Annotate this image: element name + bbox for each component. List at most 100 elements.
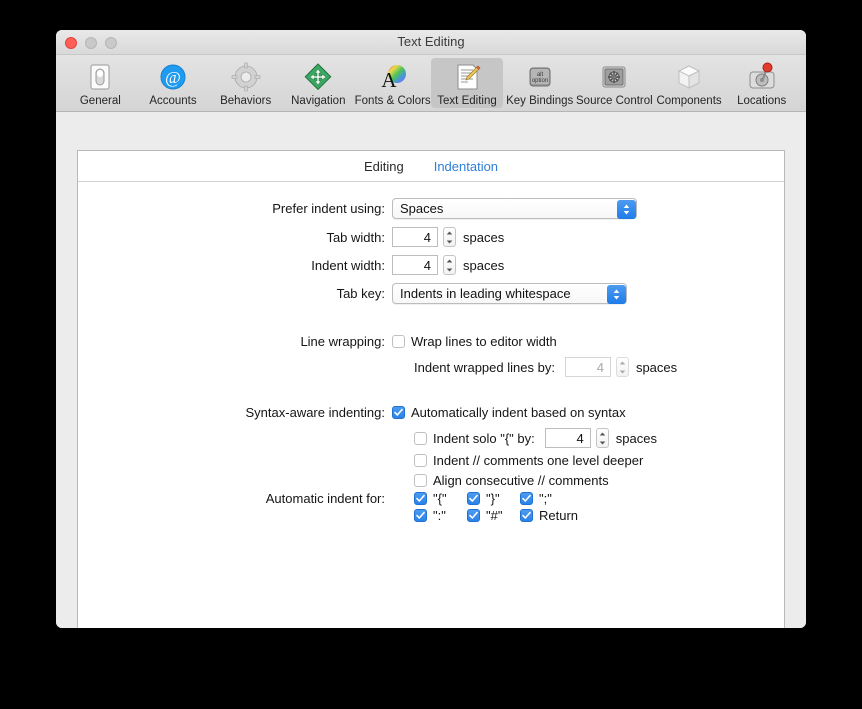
row-indent-wrapped: Indent wrapped lines by: 4 spaces	[78, 357, 784, 377]
toolbar-item-accounts[interactable]: @ Accounts	[137, 58, 210, 108]
syntax-sub-options: Indent solo "{" by: 4 spaces Indent // c…	[414, 428, 784, 488]
tab-width-input[interactable]: 4	[392, 227, 438, 247]
chevron-updown-icon	[616, 199, 636, 219]
auto-indent-hash-checkbox[interactable]	[467, 509, 480, 522]
indent-wrapped-unit: spaces	[635, 359, 678, 375]
general-icon	[83, 60, 117, 94]
row-align-comments[interactable]: Align consecutive // comments	[414, 473, 784, 488]
indent-solo-unit: spaces	[615, 430, 657, 446]
toolbar-item-label: Accounts	[149, 95, 197, 107]
wrap-lines-checkbox-row[interactable]: Wrap lines to editor width	[392, 334, 557, 349]
indent-width-unit: spaces	[463, 257, 505, 273]
row-tab-width: Tab width: 4 spaces	[78, 227, 784, 247]
align-comments-label: Align consecutive // comments	[433, 473, 609, 488]
indent-width-stepper[interactable]	[443, 255, 456, 275]
auto-indent-cell[interactable]: "}"	[467, 491, 520, 506]
svg-text:option: option	[531, 78, 547, 84]
locations-icon	[745, 60, 779, 94]
close-button[interactable]	[65, 37, 77, 49]
indent-wrapped-stepper[interactable]	[615, 357, 629, 377]
indent-comments-checkbox[interactable]	[414, 454, 427, 467]
tab-width-stepper[interactable]	[443, 227, 456, 247]
tab-key-value: Indents in leading whitespace	[400, 286, 571, 301]
auto-indent-cell[interactable]: Return	[520, 508, 578, 523]
tab-key-select[interactable]: Indents in leading whitespace	[392, 283, 627, 304]
auto-indent-semicolon-checkbox[interactable]	[520, 492, 533, 505]
indent-solo-stepper[interactable]	[595, 428, 609, 448]
row-automatic-indent: Automatic indent for: "{" "}" ";"	[78, 491, 784, 506]
row-indent-solo: Indent solo "{" by: 4 spaces	[414, 428, 784, 448]
indentation-panel: Editing Indentation Prefer indent using:…	[77, 150, 785, 628]
auto-indent-cell[interactable]: "#"	[467, 508, 520, 523]
toolbar-item-source-control[interactable]: Source Control	[576, 58, 653, 108]
toolbar-item-behaviors[interactable]: Behaviors	[209, 58, 282, 108]
automatic-indent-label: Automatic indent for:	[265, 491, 385, 506]
auto-indent-return-label: Return	[539, 508, 579, 523]
toolbar-item-fonts-colors[interactable]: A Fonts & Colors	[355, 58, 431, 108]
auto-indent-return-checkbox[interactable]	[520, 509, 533, 522]
automatic-indent-row-1: "{" "}" ";"	[414, 491, 573, 506]
indent-solo-checkbox[interactable]	[414, 431, 427, 445]
navigation-icon	[301, 60, 335, 94]
svg-text:A: A	[381, 68, 397, 92]
auto-indent-hash-label: "#"	[486, 508, 503, 523]
row-indent-comments[interactable]: Indent // comments one level deeper	[414, 453, 784, 468]
prefer-indent-select[interactable]: Spaces	[392, 198, 637, 219]
align-comments-checkbox[interactable]	[414, 474, 427, 487]
auto-indent-checkbox-row[interactable]: Automatically indent based on syntax	[392, 405, 626, 420]
toolbar-item-text-editing[interactable]: Text Editing	[430, 58, 504, 108]
indent-wrapped-input[interactable]: 4	[564, 357, 611, 377]
row-prefer-indent: Prefer indent using: Spaces	[78, 198, 784, 219]
preferences-content: Editing Indentation Prefer indent using:…	[56, 112, 806, 628]
wrap-lines-checkbox[interactable]	[392, 335, 405, 348]
prefer-indent-value: Spaces	[400, 201, 444, 216]
auto-indent-cell[interactable]: ";"	[520, 491, 573, 506]
row-indent-width: Indent width: 4 spaces	[78, 255, 784, 275]
window-titlebar: Text Editing	[56, 30, 806, 55]
tab-indentation[interactable]: Indentation	[434, 159, 498, 174]
toolbar-item-label: Locations	[737, 95, 787, 107]
syntax-aware-label: Syntax-aware indenting:	[245, 405, 385, 420]
toolbar-item-general[interactable]: General	[64, 58, 137, 108]
prefer-indent-label: Prefer indent using:	[272, 201, 385, 216]
tab-width-unit: spaces	[463, 229, 505, 245]
zoom-button[interactable]	[105, 37, 117, 49]
indent-solo-label: Indent solo "{" by:	[433, 430, 535, 446]
behaviors-icon	[229, 60, 263, 94]
auto-indent-semicolon-label: ";"	[539, 491, 552, 506]
minimize-button[interactable]	[85, 37, 97, 49]
indent-width-input[interactable]: 4	[392, 255, 438, 275]
auto-indent-brace-close-checkbox[interactable]	[467, 492, 480, 505]
toolbar-item-locations[interactable]: Locations	[725, 58, 798, 108]
toolbar-item-label: Fonts & Colors	[354, 95, 431, 107]
toolbar-item-label: Navigation	[291, 95, 346, 107]
text-editing-icon	[450, 60, 484, 94]
automatic-indent-row-2: ":" "#" Return	[414, 508, 578, 523]
auto-indent-brace-close-label: "}"	[486, 491, 500, 506]
toolbar-item-label: Key Bindings	[506, 95, 574, 107]
tab-width-label: Tab width:	[326, 229, 385, 245]
row-automatic-indent-2: ":" "#" Return	[78, 508, 784, 523]
toolbar-item-components[interactable]: Components	[653, 58, 726, 108]
indent-comments-label: Indent // comments one level deeper	[433, 453, 644, 468]
wrap-lines-label: Wrap lines to editor width	[411, 334, 557, 349]
tab-editing[interactable]: Editing	[364, 159, 404, 174]
toolbar-item-navigation[interactable]: Navigation	[282, 58, 355, 108]
auto-indent-cell[interactable]: "{"	[414, 491, 467, 506]
auto-indent-colon-label: ":"	[433, 508, 446, 523]
auto-indent-cell[interactable]: ":"	[414, 508, 467, 523]
toolbar-item-label: General	[79, 95, 121, 107]
auto-indent-colon-checkbox[interactable]	[414, 509, 427, 522]
tab-key-label: Tab key:	[336, 286, 385, 301]
toolbar-item-label: Source Control	[576, 95, 653, 107]
toolbar-item-key-bindings[interactable]: alt option Key Bindings	[503, 58, 576, 108]
toolbar-item-label: Components	[656, 95, 722, 107]
traffic-lights	[65, 37, 117, 49]
key-bindings-icon: alt option	[523, 60, 557, 94]
auto-indent-brace-open-checkbox[interactable]	[414, 492, 427, 505]
fonts-colors-icon: A	[376, 60, 410, 94]
components-icon	[672, 60, 706, 94]
auto-indent-brace-open-label: "{"	[433, 491, 447, 506]
auto-indent-checkbox[interactable]	[392, 406, 405, 419]
indent-solo-input[interactable]: 4	[544, 428, 591, 448]
